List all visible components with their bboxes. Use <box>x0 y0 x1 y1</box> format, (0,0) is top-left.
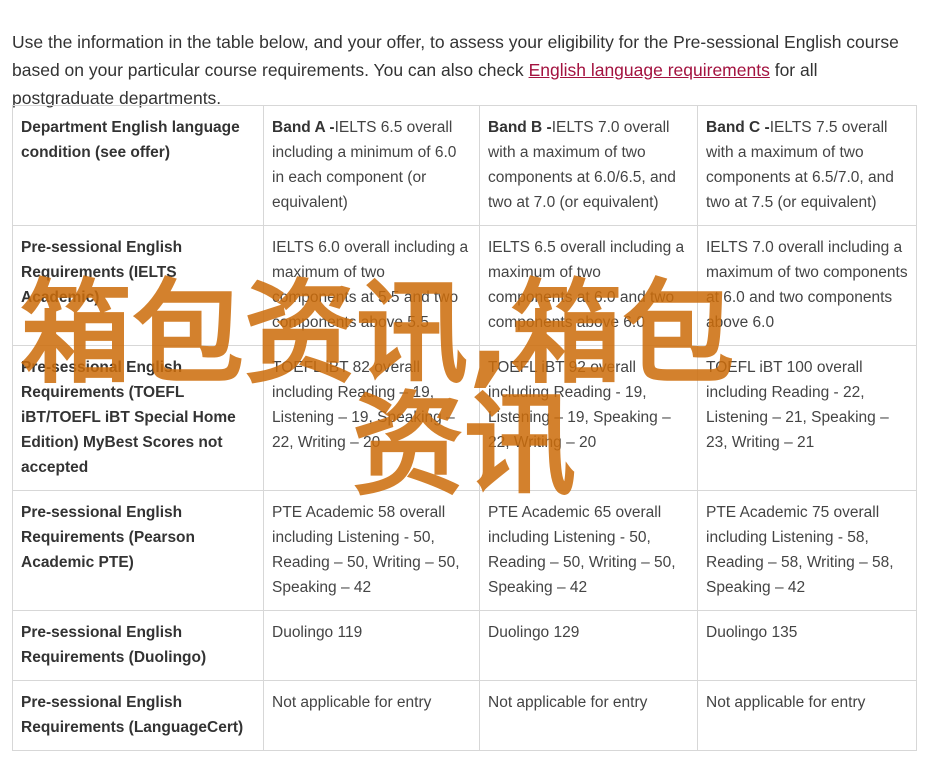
table-cell: TOEFL iBT 92 overall including Reading -… <box>479 345 698 491</box>
table-cell: Duolingo 129 <box>479 610 698 681</box>
row-label-languagecert: Pre-sessional English Requirements (Lang… <box>12 680 264 751</box>
band-b-name: Band B - <box>488 119 552 136</box>
requirements-table: Department English language condition (s… <box>12 105 917 751</box>
table-cell: IELTS 7.0 overall including a maximum of… <box>697 225 917 346</box>
band-a-cell: Band A -IELTS 6.5 overall including a mi… <box>263 105 480 226</box>
table-cell: Duolingo 119 <box>263 610 480 681</box>
band-b-cell: Band B -IELTS 7.0 overall with a maximum… <box>479 105 698 226</box>
intro-paragraph: Use the information in the table below, … <box>12 28 917 112</box>
english-language-requirements-link[interactable]: English language requirements <box>529 60 770 80</box>
table-cell: IELTS 6.0 overall including a maximum of… <box>263 225 480 346</box>
table-cell: TOEFL iBT 100 overall including Reading … <box>697 345 917 491</box>
band-c-cell: Band C -IELTS 7.5 overall with a maximum… <box>697 105 917 226</box>
band-c-name: Band C - <box>706 119 770 136</box>
table-row-pte: Pre-sessional English Requirements (Pear… <box>12 490 917 611</box>
table-row-duolingo: Pre-sessional English Requirements (Duol… <box>12 610 917 681</box>
table-header-row: Department English language condition (s… <box>12 105 917 226</box>
table-cell: TOEFL iBT 82 overall including Reading –… <box>263 345 480 491</box>
table-row-languagecert: Pre-sessional English Requirements (Lang… <box>12 680 917 751</box>
header-label-cell: Department English language condition (s… <box>12 105 264 226</box>
table-cell: PTE Academic 58 overall including Listen… <box>263 490 480 611</box>
table-cell: Not applicable for entry <box>479 680 698 751</box>
row-label-duolingo: Pre-sessional English Requirements (Duol… <box>12 610 264 681</box>
table-cell: PTE Academic 75 overall including Listen… <box>697 490 917 611</box>
row-label-toefl: Pre-sessional English Requirements (TOEF… <box>12 345 264 491</box>
band-a-name: Band A - <box>272 119 335 136</box>
row-label-pte: Pre-sessional English Requirements (Pear… <box>12 490 264 611</box>
table-row-toefl: Pre-sessional English Requirements (TOEF… <box>12 345 917 491</box>
table-cell: Duolingo 135 <box>697 610 917 681</box>
row-label-ielts: Pre-sessional English Requirements (IELT… <box>12 225 264 346</box>
table-cell: Not applicable for entry <box>697 680 917 751</box>
table-cell: Not applicable for entry <box>263 680 480 751</box>
table-row-ielts: Pre-sessional English Requirements (IELT… <box>12 225 917 346</box>
table-cell: PTE Academic 65 overall including Listen… <box>479 490 698 611</box>
table-cell: IELTS 6.5 overall including a maximum of… <box>479 225 698 346</box>
